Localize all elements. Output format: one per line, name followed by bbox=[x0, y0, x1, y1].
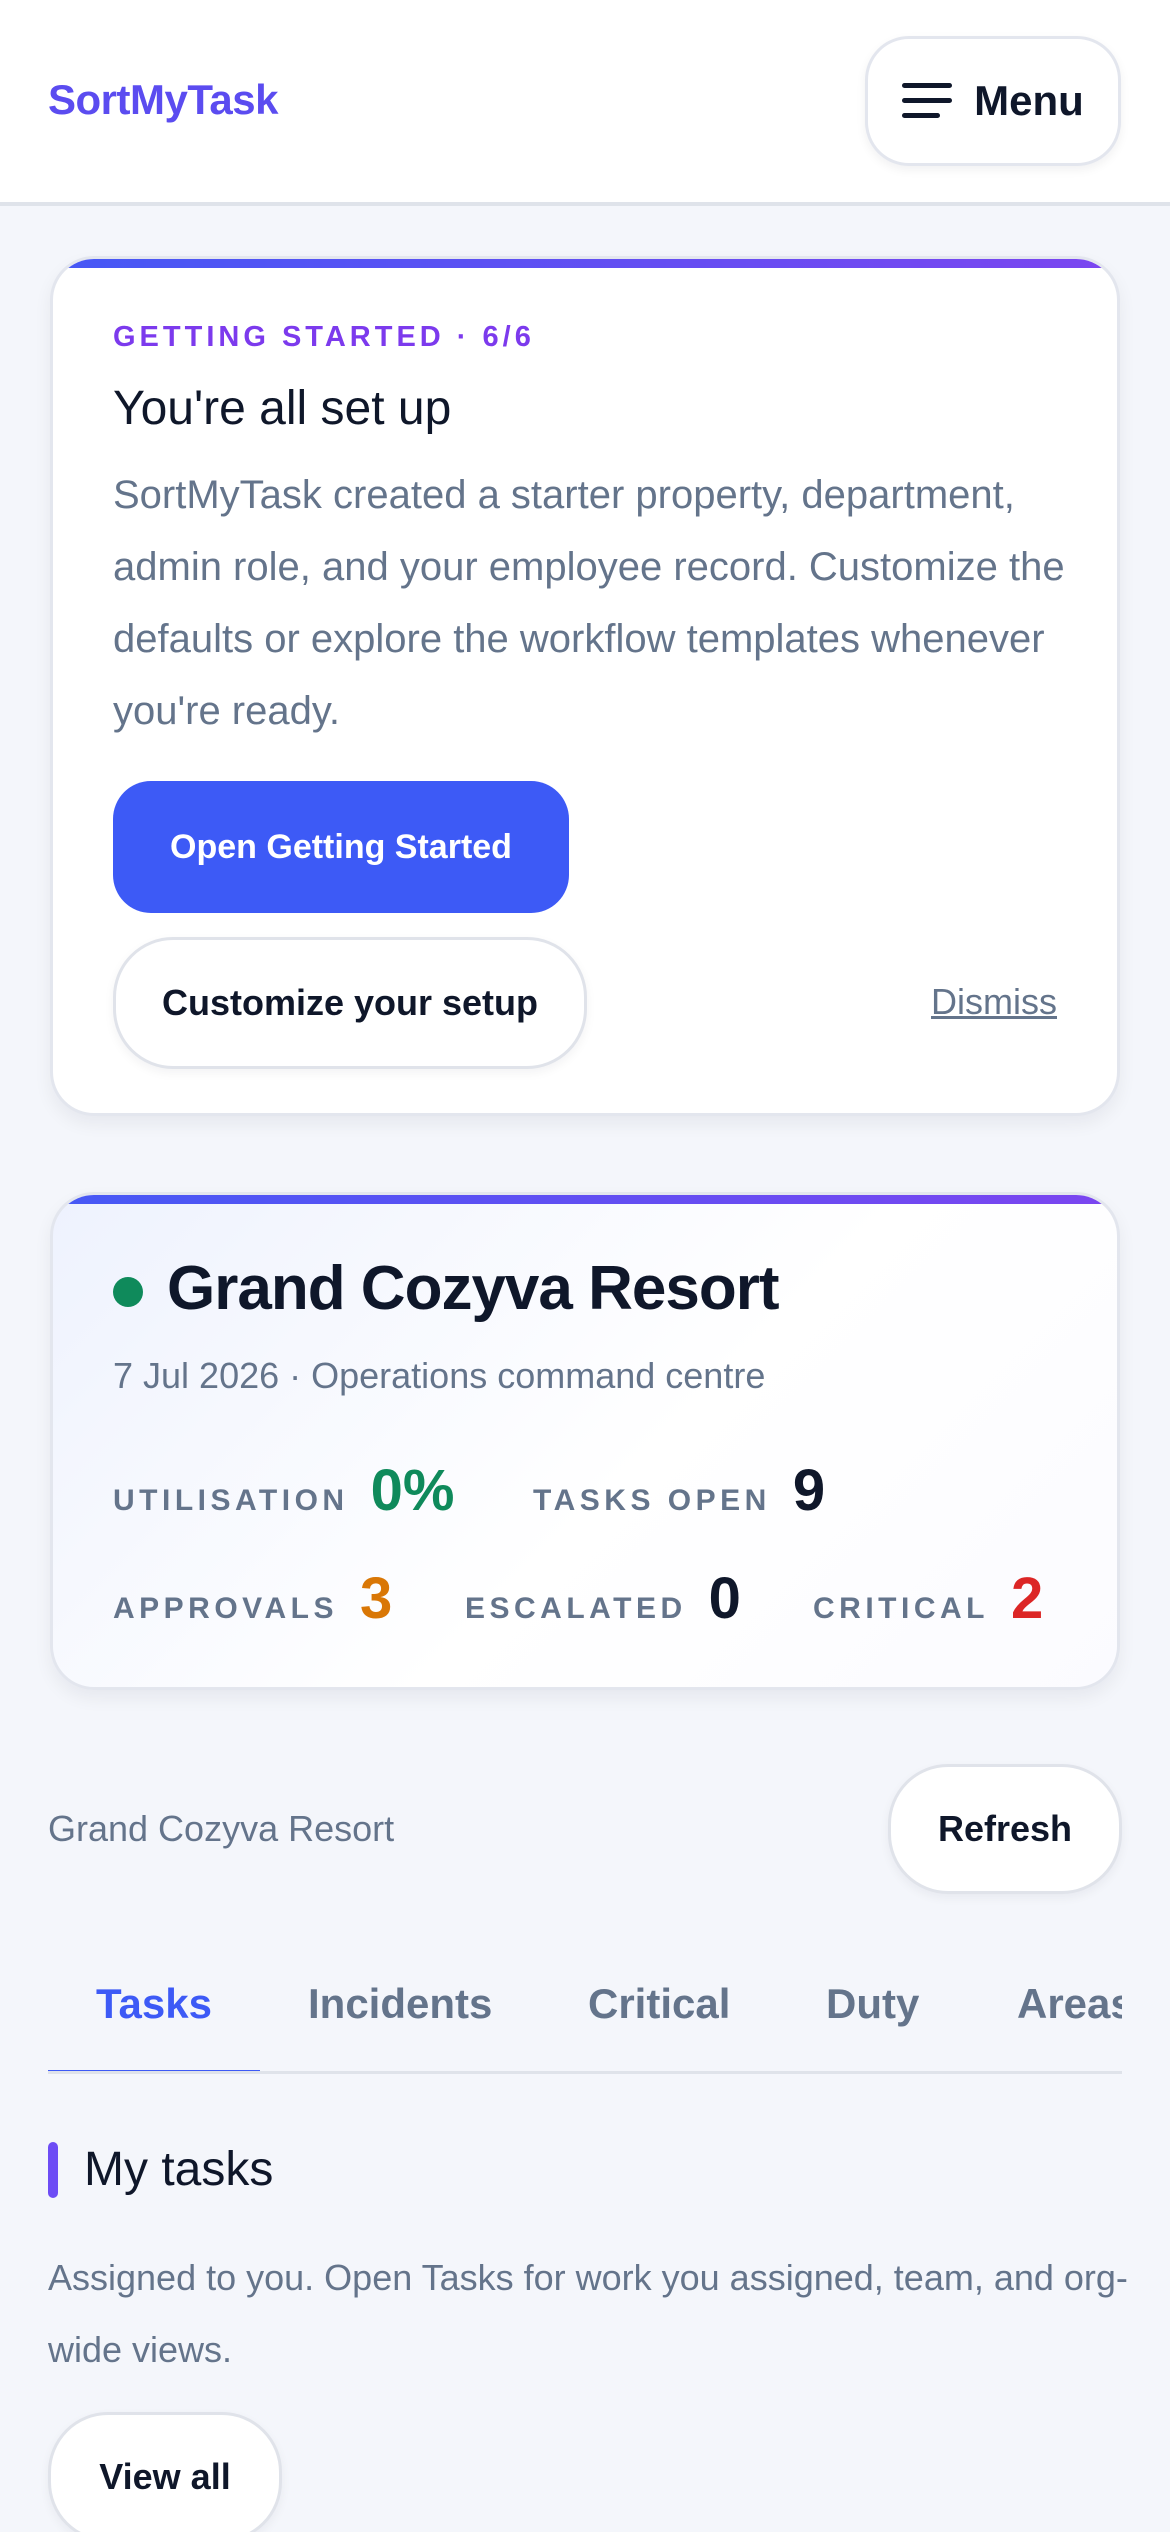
menu-button[interactable]: Menu bbox=[865, 36, 1121, 166]
section-tabs: Tasks Incidents Critical Duty Areas bbox=[48, 1940, 1122, 2074]
top-header: SortMyTask Menu bbox=[0, 0, 1170, 206]
stat-label: TASKS OPEN bbox=[533, 1484, 771, 1517]
stat-value: 3 bbox=[359, 1566, 393, 1631]
refresh-button[interactable]: Refresh bbox=[888, 1764, 1122, 1894]
stat-escalated: ESCALATED 0 bbox=[465, 1565, 741, 1632]
stat-utilisation: UTILISATION 0% bbox=[113, 1457, 454, 1524]
hamburger-icon bbox=[902, 83, 953, 119]
section-description: Assigned to you. Open Tasks for work you… bbox=[48, 2257, 1128, 2370]
stat-approvals: APPROVALS 3 bbox=[113, 1565, 392, 1632]
dismiss-link[interactable]: Dismiss bbox=[931, 981, 1057, 1023]
setup-title: You're all set up bbox=[113, 382, 452, 435]
tab-duty[interactable]: Duty bbox=[826, 1980, 919, 2028]
setup-description: SortMyTask created a starter property, d… bbox=[113, 473, 1065, 733]
stat-label: APPROVALS bbox=[113, 1592, 338, 1625]
customize-setup-button[interactable]: Customize your setup bbox=[113, 937, 587, 1069]
tab-critical[interactable]: Critical bbox=[588, 1980, 730, 2028]
tab-tasks[interactable]: Tasks bbox=[96, 1980, 212, 2028]
property-title: Grand Cozyva Resort bbox=[167, 1254, 780, 1323]
stat-value: 2 bbox=[1010, 1566, 1044, 1631]
open-getting-started-button[interactable]: Open Getting Started bbox=[113, 781, 569, 913]
property-meta: 7 Jul 2026 · Operations command centre bbox=[113, 1355, 766, 1396]
status-dot-icon bbox=[113, 1277, 143, 1307]
stat-label: CRITICAL bbox=[813, 1592, 989, 1625]
property-selector-label: Grand Cozyva Resort bbox=[48, 1808, 395, 1849]
property-summary-card: Grand Cozyva Resort 7 Jul 2026 · Operati… bbox=[50, 1192, 1120, 1690]
card-accent-bar bbox=[53, 259, 1117, 268]
getting-started-eyebrow: GETTING STARTED · 6/6 bbox=[113, 321, 535, 353]
getting-started-card: GETTING STARTED · 6/6 You're all set up … bbox=[50, 256, 1120, 1116]
section-title: My tasks bbox=[84, 2143, 274, 2196]
stat-value: 0 bbox=[708, 1566, 741, 1631]
view-all-button[interactable]: View all bbox=[48, 2412, 282, 2532]
active-tab-indicator bbox=[48, 2070, 260, 2071]
tab-areas[interactable]: Areas bbox=[1017, 1980, 1122, 2028]
card-accent-bar bbox=[53, 1195, 1117, 1204]
section-accent-bar bbox=[48, 2142, 58, 2198]
stat-tasks-open: TASKS OPEN 9 bbox=[533, 1457, 825, 1524]
tab-incidents[interactable]: Incidents bbox=[308, 1980, 492, 2028]
stat-label: ESCALATED bbox=[465, 1592, 687, 1625]
stat-label: UTILISATION bbox=[113, 1484, 349, 1517]
stat-critical: CRITICAL 2 bbox=[813, 1565, 1043, 1632]
menu-label: Menu bbox=[974, 77, 1084, 124]
stat-value: 9 bbox=[792, 1458, 826, 1523]
stat-value: 0% bbox=[370, 1458, 455, 1523]
brand-logo[interactable]: SortMyTask bbox=[48, 76, 278, 124]
